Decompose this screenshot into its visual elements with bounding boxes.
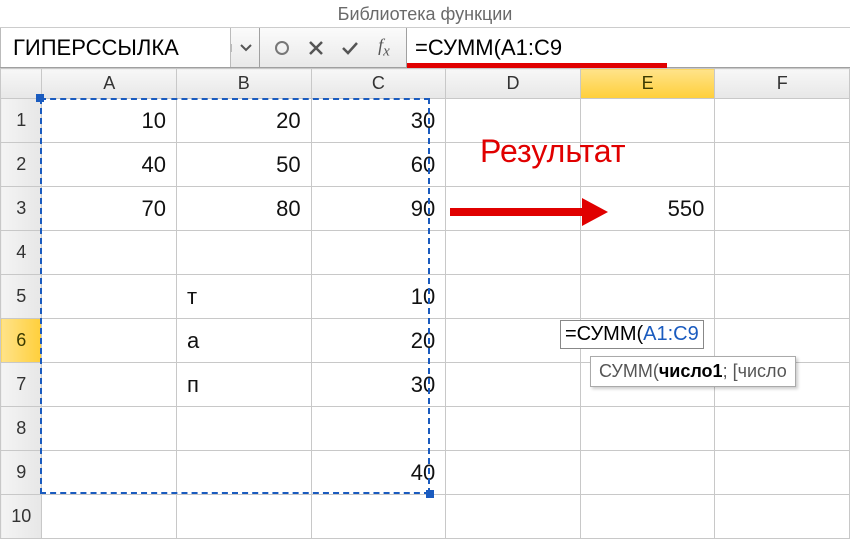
cell-F5[interactable] [715, 275, 850, 319]
cell-E5[interactable] [580, 275, 715, 319]
cell-inline-editor[interactable]: =СУММ(A1:C9 [560, 320, 704, 349]
cell-A2[interactable]: 40 [42, 143, 177, 187]
row-header-1[interactable]: 1 [1, 99, 42, 143]
row-header-4[interactable]: 4 [1, 231, 42, 275]
cell-E1[interactable] [580, 99, 715, 143]
cell-A4[interactable] [42, 231, 177, 275]
cell-F8[interactable] [715, 407, 850, 451]
cell-B4[interactable] [177, 231, 312, 275]
cell-B1[interactable]: 20 [177, 99, 312, 143]
row-header-8[interactable]: 8 [1, 407, 42, 451]
col-header-F[interactable]: F [715, 69, 850, 99]
cell-A5[interactable] [42, 275, 177, 319]
cell-B2[interactable]: 50 [177, 143, 312, 187]
cell-C7[interactable]: 30 [311, 363, 446, 407]
cell-A10[interactable] [42, 495, 177, 539]
cell-F9[interactable] [715, 451, 850, 495]
check-icon [341, 40, 359, 56]
formula-input-wrap[interactable] [407, 28, 850, 67]
col-header-B[interactable]: B [177, 69, 312, 99]
cell-D1[interactable] [446, 99, 581, 143]
cell-F1[interactable] [715, 99, 850, 143]
range-handle-tl[interactable] [36, 94, 44, 102]
grid[interactable]: A B C D E F 1 10 20 30 2 40 50 60 3 70 8… [0, 68, 850, 539]
cell-F10[interactable] [715, 495, 850, 539]
name-box[interactable]: ГИПЕРССЫЛКА [0, 28, 260, 67]
cell-B5[interactable]: т [177, 275, 312, 319]
cell-C2[interactable]: 60 [311, 143, 446, 187]
cell-A3[interactable]: 70 [42, 187, 177, 231]
expand-formula-icon[interactable] [270, 36, 294, 60]
row-header-10[interactable]: 10 [1, 495, 42, 539]
cell-D2[interactable] [446, 143, 581, 187]
cell-C10[interactable] [311, 495, 446, 539]
cell-A1[interactable]: 10 [42, 99, 177, 143]
cell-E9[interactable] [580, 451, 715, 495]
cell-D8[interactable] [446, 407, 581, 451]
spreadsheet[interactable]: A B C D E F 1 10 20 30 2 40 50 60 3 70 8… [0, 68, 850, 539]
cell-E4[interactable] [580, 231, 715, 275]
row-header-5[interactable]: 5 [1, 275, 42, 319]
range-handle-br[interactable] [426, 490, 434, 498]
ribbon-group-label: Библиотека функции [0, 0, 850, 28]
row-header-7[interactable]: 7 [1, 363, 42, 407]
fx-icon: fx [378, 35, 390, 61]
cell-E10[interactable] [580, 495, 715, 539]
col-header-A[interactable]: A [42, 69, 177, 99]
row-header-6[interactable]: 6 [1, 319, 42, 363]
inline-edit-prefix: =СУММ( [565, 323, 643, 345]
cell-C6[interactable]: 20 [311, 319, 446, 363]
row-header-3[interactable]: 3 [1, 187, 42, 231]
cell-A6[interactable] [42, 319, 177, 363]
cell-B3[interactable]: 80 [177, 187, 312, 231]
cell-D9[interactable] [446, 451, 581, 495]
formula-input[interactable] [415, 35, 842, 61]
cell-C3[interactable]: 90 [311, 187, 446, 231]
cell-C9[interactable]: 40 [311, 451, 446, 495]
cell-E8[interactable] [580, 407, 715, 451]
cell-C4[interactable] [311, 231, 446, 275]
cell-D3[interactable] [446, 187, 581, 231]
cell-B10[interactable] [177, 495, 312, 539]
row-header-9[interactable]: 9 [1, 451, 42, 495]
tooltip-arg2: [число [733, 361, 787, 381]
cell-B7[interactable]: п [177, 363, 312, 407]
cell-D7[interactable] [446, 363, 581, 407]
tooltip-fn: СУММ [599, 361, 653, 381]
col-header-C[interactable]: C [311, 69, 446, 99]
col-header-E[interactable]: E [580, 69, 715, 99]
x-icon [308, 40, 324, 56]
chevron-down-icon [240, 44, 252, 52]
cell-B9[interactable] [177, 451, 312, 495]
cell-E2[interactable] [580, 143, 715, 187]
cell-D10[interactable] [446, 495, 581, 539]
col-header-D[interactable]: D [446, 69, 581, 99]
cell-D4[interactable] [446, 231, 581, 275]
row-header-2[interactable]: 2 [1, 143, 42, 187]
cell-A7[interactable] [42, 363, 177, 407]
cell-A9[interactable] [42, 451, 177, 495]
cell-F2[interactable] [715, 143, 850, 187]
cell-B6[interactable]: а [177, 319, 312, 363]
tooltip-arg1: число1 [659, 361, 723, 381]
cell-E3[interactable]: 550 [580, 187, 715, 231]
cell-F4[interactable] [715, 231, 850, 275]
cell-C5[interactable]: 10 [311, 275, 446, 319]
name-box-value[interactable]: ГИПЕРССЫЛКА [0, 28, 231, 67]
cell-C1[interactable]: 30 [311, 99, 446, 143]
cell-A8[interactable] [42, 407, 177, 451]
confirm-formula-button[interactable] [338, 36, 362, 60]
formula-bar-buttons: fx [260, 28, 407, 67]
name-box-dropdown[interactable] [231, 44, 259, 52]
cell-B8[interactable] [177, 407, 312, 451]
cell-D5[interactable] [446, 275, 581, 319]
cell-C8[interactable] [311, 407, 446, 451]
cancel-formula-button[interactable] [304, 36, 328, 60]
formula-bar: ГИПЕРССЫЛКА fx [0, 28, 850, 68]
insert-function-button[interactable]: fx [372, 36, 396, 60]
inline-edit-ref: A1:C9 [643, 323, 699, 345]
cell-F3[interactable] [715, 187, 850, 231]
function-tooltip: СУММ(число1; [число [590, 356, 796, 387]
